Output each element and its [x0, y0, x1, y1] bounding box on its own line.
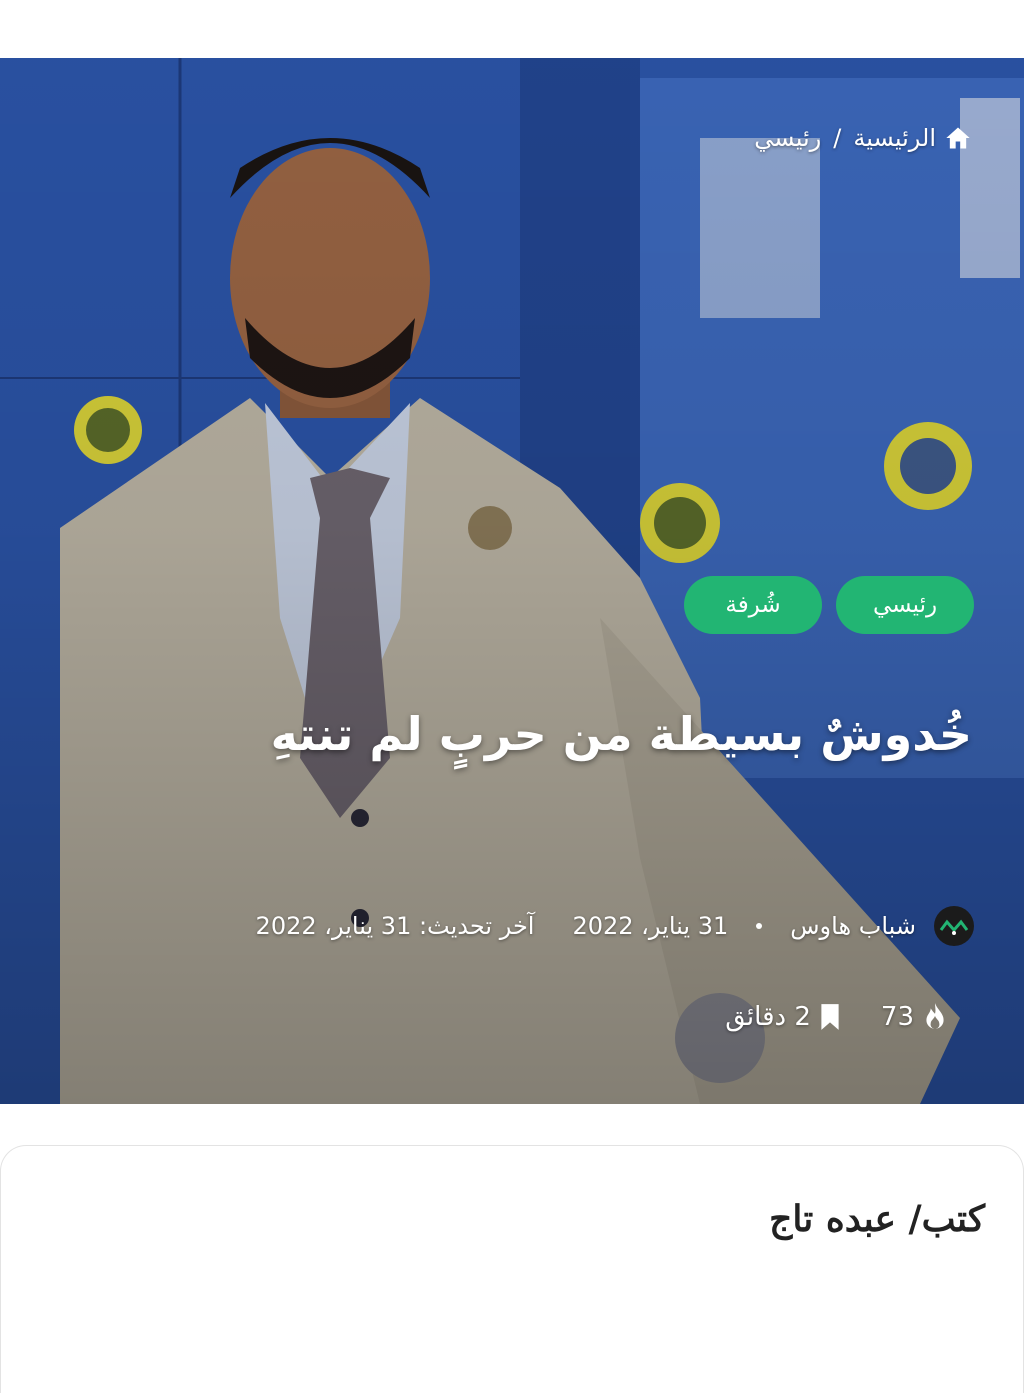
article-title: خُدوشٌ بسيطة من حربٍ لم تنتهِ [270, 707, 972, 761]
article-page: الرئيسية / رئيسي رئيسي شُرفة خُدوشٌ بسيط… [0, 0, 1024, 1393]
author-name[interactable]: شباب هاوس [790, 912, 916, 940]
article-stats: 73 2 دقائق [725, 1002, 948, 1032]
tag-balcony[interactable]: شُرفة [684, 576, 822, 634]
breadcrumb-home-link[interactable]: الرئيسية [853, 124, 936, 152]
bookmark-icon [821, 1004, 839, 1030]
views-count: 73 [880, 1002, 914, 1032]
read-time-stat: 2 دقائق [725, 1002, 841, 1032]
updated-date: آخر تحديث: 31 يناير، 2022 [255, 912, 535, 940]
read-time: 2 دقائق [725, 1002, 811, 1032]
meta-separator-dot [756, 923, 763, 929]
hero-section: الرئيسية / رئيسي رئيسي شُرفة خُدوشٌ بسيط… [0, 58, 1024, 1104]
breadcrumb: الرئيسية / رئيسي [754, 124, 972, 152]
article-byline: كتب/ عبده تاج [769, 1198, 985, 1240]
breadcrumb-separator: / [833, 124, 842, 152]
home-icon[interactable] [944, 124, 972, 152]
breadcrumb-current[interactable]: رئيسي [754, 124, 821, 152]
tag-main[interactable]: رئيسي [836, 576, 974, 634]
article-content-card: كتب/ عبده تاج [0, 1145, 1024, 1393]
top-bar [0, 0, 1024, 58]
article-meta: شباب هاوس 31 يناير، 2022 آخر تحديث: 31 ي… [256, 906, 974, 946]
category-tags: رئيسي شُرفة [684, 576, 974, 634]
views-stat: 73 [881, 1002, 948, 1032]
publish-date: 31 يناير، 2022 [572, 912, 729, 940]
flame-icon [926, 1003, 944, 1029]
author-logo-icon[interactable] [934, 906, 974, 946]
